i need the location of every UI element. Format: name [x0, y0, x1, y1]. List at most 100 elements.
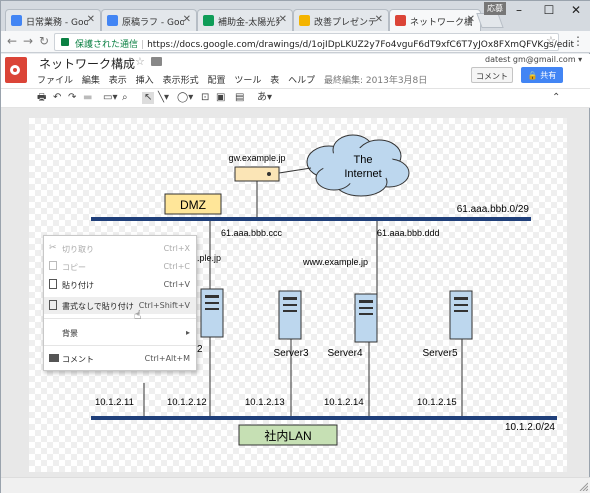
- menu-edit[interactable]: 編集: [82, 76, 100, 86]
- lock-icon: [61, 38, 69, 46]
- menu-item-paste[interactable]: 貼り付け Ctrl+V: [44, 276, 196, 293]
- slides-favicon-icon: [299, 15, 310, 26]
- menu-help[interactable]: ヘルプ: [288, 76, 315, 86]
- menu-format[interactable]: 表示形式: [163, 76, 199, 86]
- copy-icon: [49, 261, 57, 270]
- partial-host-label: .ple.jp: [197, 253, 221, 263]
- folder-icon[interactable]: [151, 57, 162, 66]
- bookmark-star-icon[interactable]: ☆: [546, 34, 556, 47]
- lan-network-label: 10.1.2.0/24: [505, 422, 555, 433]
- reload-icon[interactable]: ↻: [39, 34, 49, 48]
- menu-item-background[interactable]: 背景 ▸: [44, 324, 196, 341]
- print-icon[interactable]: 🖶: [37, 92, 46, 104]
- menu-file[interactable]: ファイル: [37, 76, 73, 86]
- resize-grip-icon[interactable]: [578, 481, 588, 491]
- server4-icon[interactable]: [354, 293, 378, 343]
- paint-format-icon[interactable]: ▬: [83, 92, 92, 104]
- maximize-icon[interactable]: ☐: [534, 3, 564, 17]
- server3-label: Server3: [273, 348, 308, 359]
- server3-icon[interactable]: [278, 290, 302, 340]
- server2-icon[interactable]: [200, 288, 224, 338]
- close-tab-icon[interactable]: ✕: [279, 14, 287, 25]
- comment-add-icon[interactable]: ▤: [235, 92, 244, 104]
- image-icon[interactable]: ▣: [216, 92, 225, 104]
- last-edit-link[interactable]: 最終編集: 2013年3月8日: [324, 76, 427, 86]
- lan-bus[interactable]: [91, 416, 557, 420]
- docs-favicon-icon: [11, 15, 22, 26]
- server5-icon[interactable]: [449, 290, 473, 340]
- menu-insert[interactable]: 挿入: [136, 76, 154, 86]
- url-input[interactable]: 保護された通信 | https://docs.google.com/drawings…: [54, 33, 574, 51]
- router-icon[interactable]: [234, 166, 280, 182]
- document-title[interactable]: ネットワーク構成: [39, 55, 135, 72]
- dmz-label: DMZ: [180, 198, 206, 212]
- cloud-label-2: Internet: [344, 168, 381, 180]
- close-tab-icon[interactable]: ✕: [87, 14, 95, 25]
- account-email[interactable]: datest gm@gmail.com ▾: [485, 55, 582, 64]
- tab-title: 日常業務 - Google: [26, 18, 88, 28]
- ip-label: 10.1.2.13: [245, 397, 285, 408]
- new-tab-button[interactable]: [476, 13, 504, 28]
- browser-menu-icon[interactable]: ⋮: [572, 34, 584, 48]
- select-tool-icon[interactable]: ↖: [142, 92, 155, 104]
- star-icon[interactable]: ☆: [135, 55, 145, 68]
- profile-label[interactable]: 応募: [484, 2, 506, 15]
- menu-tools[interactable]: ツール: [234, 76, 261, 86]
- menu-arrange[interactable]: 配置: [207, 76, 225, 86]
- menu-item-shortcut: Ctrl+X: [163, 244, 190, 253]
- tab-draft[interactable]: 原稿ラフ - Google ✕: [101, 9, 197, 31]
- toolbar: 🖶 ↶ ↷ ▬ ▭▾ ⌕ ↖ ╲▾ ◯▾ ⊡ ▣ ▤ あ▾ ⌃: [1, 88, 590, 108]
- menu-item-copy[interactable]: コピー Ctrl+C: [44, 258, 196, 275]
- zoom-select-icon[interactable]: ▭▾: [103, 92, 117, 104]
- forward-icon[interactable]: →: [23, 34, 33, 48]
- tab-title: 改善プレゼンテーショ: [314, 18, 376, 28]
- tab-network[interactable]: ネットワーク構成 - Go ✕: [389, 9, 481, 31]
- menu-item-label: 貼り付け: [62, 281, 94, 290]
- menu-separator: [44, 318, 196, 319]
- font-select[interactable]: あ▾: [257, 92, 272, 104]
- horizontal-scrollbar[interactable]: [1, 477, 590, 493]
- dmz-bus[interactable]: [91, 217, 531, 221]
- tab-strip: 日常業務 - Google ✕ 原稿ラフ - Google ✕ 補助金-太陽光発…: [1, 1, 590, 31]
- sheets-favicon-icon: [203, 15, 214, 26]
- tab-presentation[interactable]: 改善プレゼンテーショ ✕: [293, 9, 389, 31]
- close-tab-icon[interactable]: ✕: [375, 14, 383, 25]
- server4-label: Server4: [327, 348, 362, 359]
- menu-view[interactable]: 表示: [109, 76, 127, 86]
- collapse-menu-icon[interactable]: ⌃: [552, 92, 560, 104]
- minimize-icon[interactable]: –: [504, 3, 534, 17]
- comments-button[interactable]: コメント: [471, 67, 513, 83]
- server5-label: Server5: [422, 348, 457, 359]
- zoom-icon[interactable]: ⌕: [122, 92, 128, 104]
- router-ip-label: 61.aaa.bbb.ccc: [221, 228, 283, 238]
- text-box-icon[interactable]: ⊡: [201, 92, 209, 104]
- redo-icon[interactable]: ↷: [68, 92, 76, 104]
- drawings-favicon-icon: [395, 15, 406, 26]
- menu-separator: [44, 345, 196, 346]
- browser-window: 日常業務 - Google ✕ 原稿ラフ - Google ✕ 補助金-太陽光発…: [0, 0, 590, 493]
- menu-table[interactable]: 表: [270, 76, 279, 86]
- shape-tool-icon[interactable]: ◯▾: [177, 92, 193, 104]
- share-label: 共有: [540, 71, 557, 80]
- close-tab-icon[interactable]: ✕: [183, 14, 191, 25]
- menu-item-cut[interactable]: ✂ 切り取り Ctrl+X: [44, 240, 196, 257]
- close-window-icon[interactable]: ✕: [561, 3, 590, 17]
- server2-partial-label: 2: [197, 344, 203, 355]
- back-icon[interactable]: ←: [7, 34, 17, 48]
- share-button[interactable]: 🔒 共有: [521, 67, 563, 83]
- tab-title: 原稿ラフ - Google: [122, 18, 184, 28]
- comment-icon: [49, 354, 59, 362]
- menu-item-comment[interactable]: コメント Ctrl+Alt+M: [44, 350, 196, 367]
- line-tool-icon[interactable]: ╲▾: [158, 92, 169, 104]
- router-label: gw.example.jp: [228, 153, 285, 163]
- menu-item-paste-plain[interactable]: 書式なしで貼り付け Ctrl+Shift+V: [44, 297, 196, 314]
- scissors-icon: ✂: [49, 243, 57, 253]
- tab-daily-work[interactable]: 日常業務 - Google ✕: [5, 9, 101, 31]
- close-tab-icon[interactable]: ✕: [467, 14, 475, 25]
- address-bar: ← → ↻ 保護された通信 | https://docs.google.com/dr…: [1, 31, 590, 53]
- tab-subsidy[interactable]: 補助金-太陽光発電 ✕: [197, 9, 293, 31]
- drawings-logo-icon[interactable]: [5, 57, 27, 83]
- undo-icon[interactable]: ↶: [53, 92, 61, 104]
- hand-cursor-icon: ☝: [134, 308, 142, 322]
- url-text: https://docs.google.com/drawings/d/1ojID…: [147, 40, 575, 50]
